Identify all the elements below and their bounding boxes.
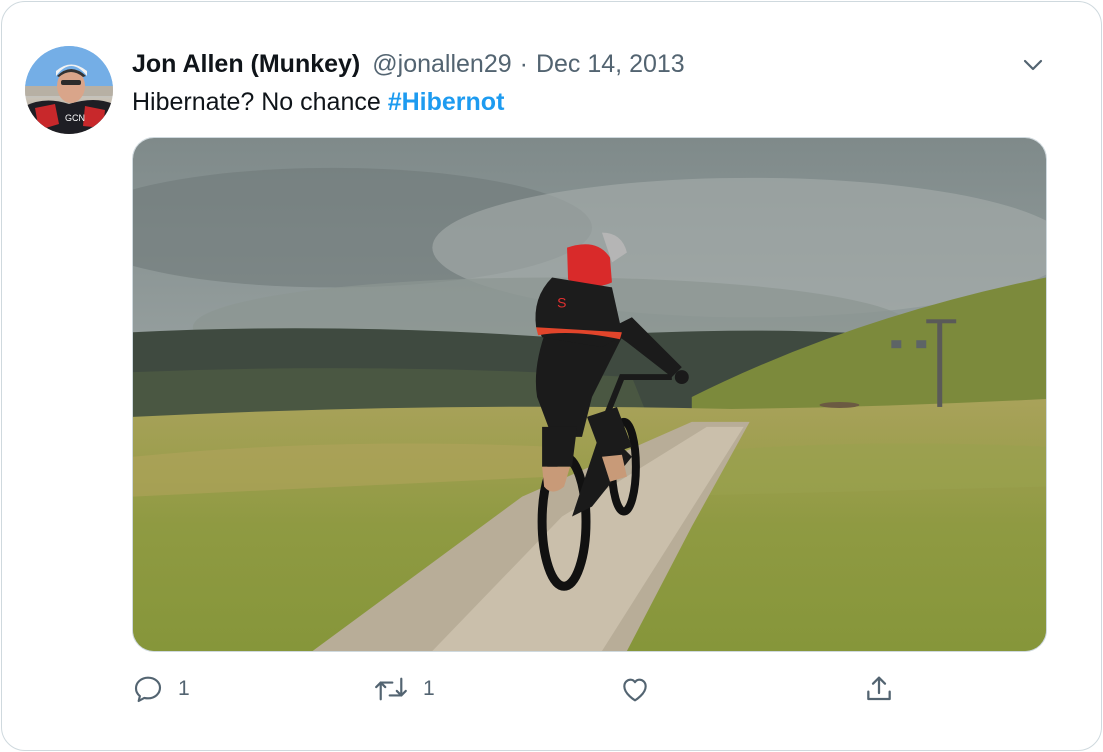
- tweet-header: Jon Allen (Munkey) @jonallen29 · Dec 14,…: [132, 46, 685, 82]
- tweet-photo[interactable]: S: [132, 137, 1047, 652]
- author-handle[interactable]: @jonallen29: [372, 50, 511, 79]
- tweet-text: Hibernate? No chance #Hibernot: [132, 84, 504, 120]
- retweet-count: 1: [423, 677, 435, 700]
- tweet-date[interactable]: Dec 14, 2013: [536, 50, 685, 79]
- more-options-button[interactable]: [1018, 52, 1048, 78]
- separator-dot: ·: [519, 49, 528, 78]
- tweet-actions: 1 1: [132, 668, 1047, 710]
- share-button[interactable]: [862, 668, 896, 710]
- retweet-button[interactable]: 1: [373, 668, 435, 710]
- tweet-body: Hibernate? No chance: [132, 88, 388, 116]
- reply-icon: [134, 676, 162, 703]
- svg-text:S: S: [557, 294, 566, 310]
- author-name[interactable]: Jon Allen (Munkey): [132, 50, 360, 79]
- avatar-photo: GCN: [25, 46, 113, 134]
- reply-button[interactable]: 1: [132, 668, 190, 710]
- svg-text:GCN: GCN: [65, 113, 85, 123]
- share-icon: [867, 676, 891, 701]
- reply-count: 1: [178, 677, 190, 700]
- chevron-down-icon: [1023, 59, 1043, 71]
- hashtag-link[interactable]: #Hibernot: [388, 88, 505, 116]
- tweet-card[interactable]: GCN Jon Allen (Munkey) @jonallen29 · Dec…: [1, 1, 1102, 751]
- heart-icon: [623, 678, 647, 702]
- like-button[interactable]: [619, 668, 651, 710]
- mountain-bike-photo: S: [133, 138, 1046, 651]
- avatar[interactable]: GCN: [25, 46, 113, 134]
- retweet-icon: [375, 677, 407, 701]
